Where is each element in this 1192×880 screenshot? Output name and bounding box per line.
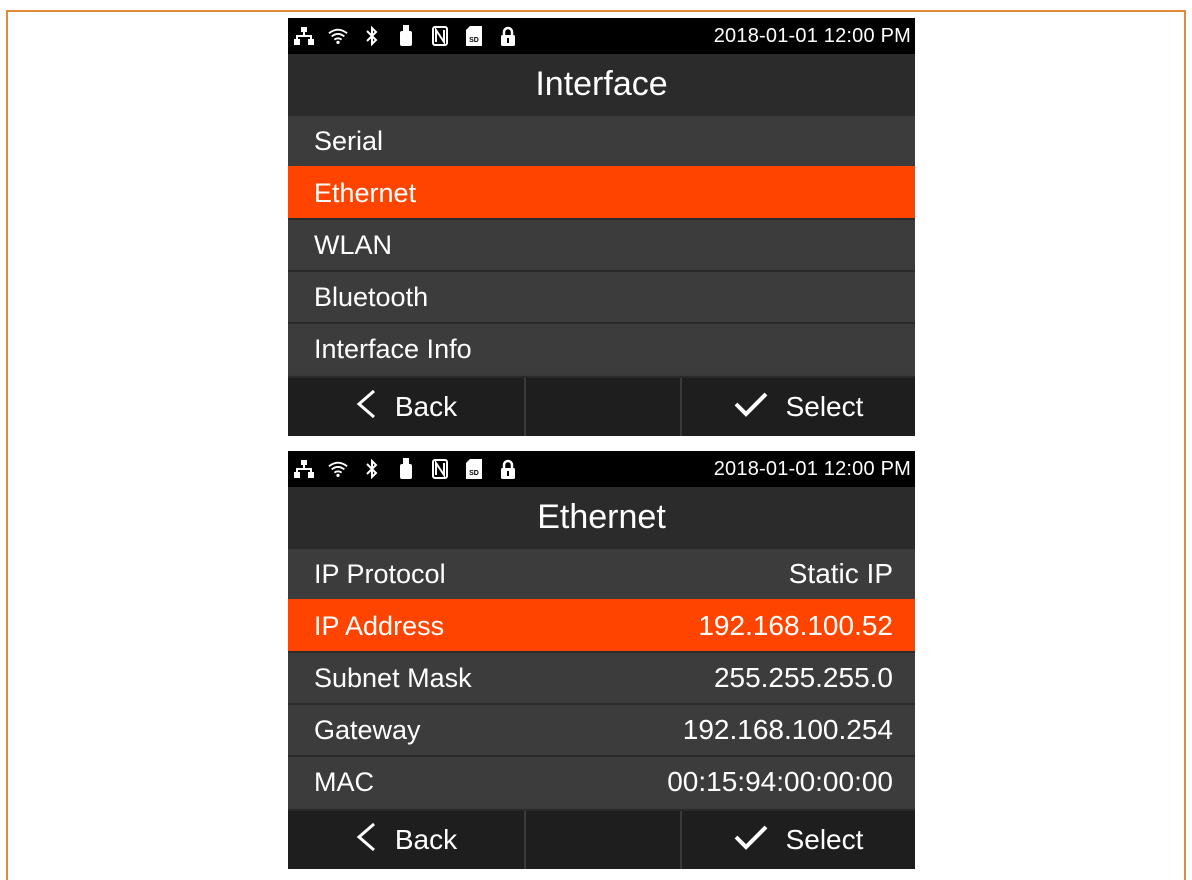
nfc-icon [430,25,450,47]
select-label: Select [785,391,864,422]
menu-item-label: Serial [314,125,384,156]
setting-value: 255.255.255.0 [713,662,893,693]
sd-card-icon: SD [464,25,484,47]
status-bar: SD 2018-01-01 12:00 PM [288,451,915,487]
bluetooth-icon [362,458,382,480]
ethernet-icon [294,458,314,480]
lock-icon [498,25,518,47]
ethernet-icon [294,25,314,47]
usb-icon [396,458,416,480]
ethernet-screen: SD 2018-01-01 12:00 PM Ethernet IP Proto… [288,451,915,869]
nfc-icon [430,458,450,480]
setting-value: 192.168.100.254 [682,714,893,745]
setting-ip-protocol[interactable]: IP Protocol Static IP [288,547,915,599]
back-button[interactable]: Back [288,811,526,869]
sd-card-icon: SD [464,458,484,480]
wifi-icon [328,458,348,480]
setting-value: Static IP [788,558,893,589]
lock-icon [498,458,518,480]
menu-item-interface-info[interactable]: Interface Info [288,322,915,374]
menu-item-label: Bluetooth [314,281,429,312]
setting-value: 192.168.100.52 [698,610,893,641]
menu-item-label: WLAN [314,229,393,260]
empty-softkey[interactable] [526,811,682,869]
back-label: Back [394,391,458,422]
setting-mac[interactable]: MAC 00:15:94:00:00:00 [288,755,915,807]
setting-gateway[interactable]: Gateway 192.168.100.254 [288,703,915,755]
screen-title: Interface [288,54,915,114]
wifi-icon [328,25,348,47]
checkmark-icon [734,824,768,857]
menu-item-label: Ethernet [314,177,417,208]
chevron-left-icon [355,822,377,859]
setting-subnet-mask[interactable]: Subnet Mask 255.255.255.0 [288,651,915,703]
select-label: Select [785,824,864,855]
svg-text:SD: SD [469,37,479,44]
chevron-left-icon [355,389,377,426]
setting-label: Subnet Mask [314,662,472,693]
select-button[interactable]: Select [682,378,915,436]
setting-label: IP Address [314,610,445,641]
setting-ip-address[interactable]: IP Address 192.168.100.52 [288,599,915,651]
usb-icon [396,25,416,47]
softkey-bar: Back Select [288,376,915,436]
menu-item-wlan[interactable]: WLAN [288,218,915,270]
menu-item-ethernet[interactable]: Ethernet [288,166,915,218]
menu-item-serial[interactable]: Serial [288,114,915,166]
setting-value: 00:15:94:00:00:00 [667,766,893,797]
bluetooth-icon [362,25,382,47]
status-datetime: 2018-01-01 12:00 PM [713,25,911,47]
setting-label: IP Protocol [314,558,446,589]
select-button[interactable]: Select [682,811,915,869]
menu-list: Serial Ethernet WLAN Bluetooth Interface… [288,114,915,374]
interface-screen: SD 2018-01-01 12:00 PM Interface Serial … [288,18,915,436]
svg-text:SD: SD [469,470,479,477]
setting-label: MAC [314,766,374,797]
back-button[interactable]: Back [288,378,526,436]
back-label: Back [394,824,458,855]
empty-softkey[interactable] [526,378,682,436]
menu-item-label: Interface Info [314,333,472,364]
settings-list: IP Protocol Static IP IP Address 192.168… [288,547,915,807]
setting-label: Gateway [314,714,421,745]
softkey-bar: Back Select [288,809,915,869]
status-datetime: 2018-01-01 12:00 PM [713,458,911,480]
screen-title: Ethernet [288,487,915,547]
checkmark-icon [734,391,768,424]
status-bar: SD 2018-01-01 12:00 PM [288,18,915,54]
menu-item-bluetooth[interactable]: Bluetooth [288,270,915,322]
